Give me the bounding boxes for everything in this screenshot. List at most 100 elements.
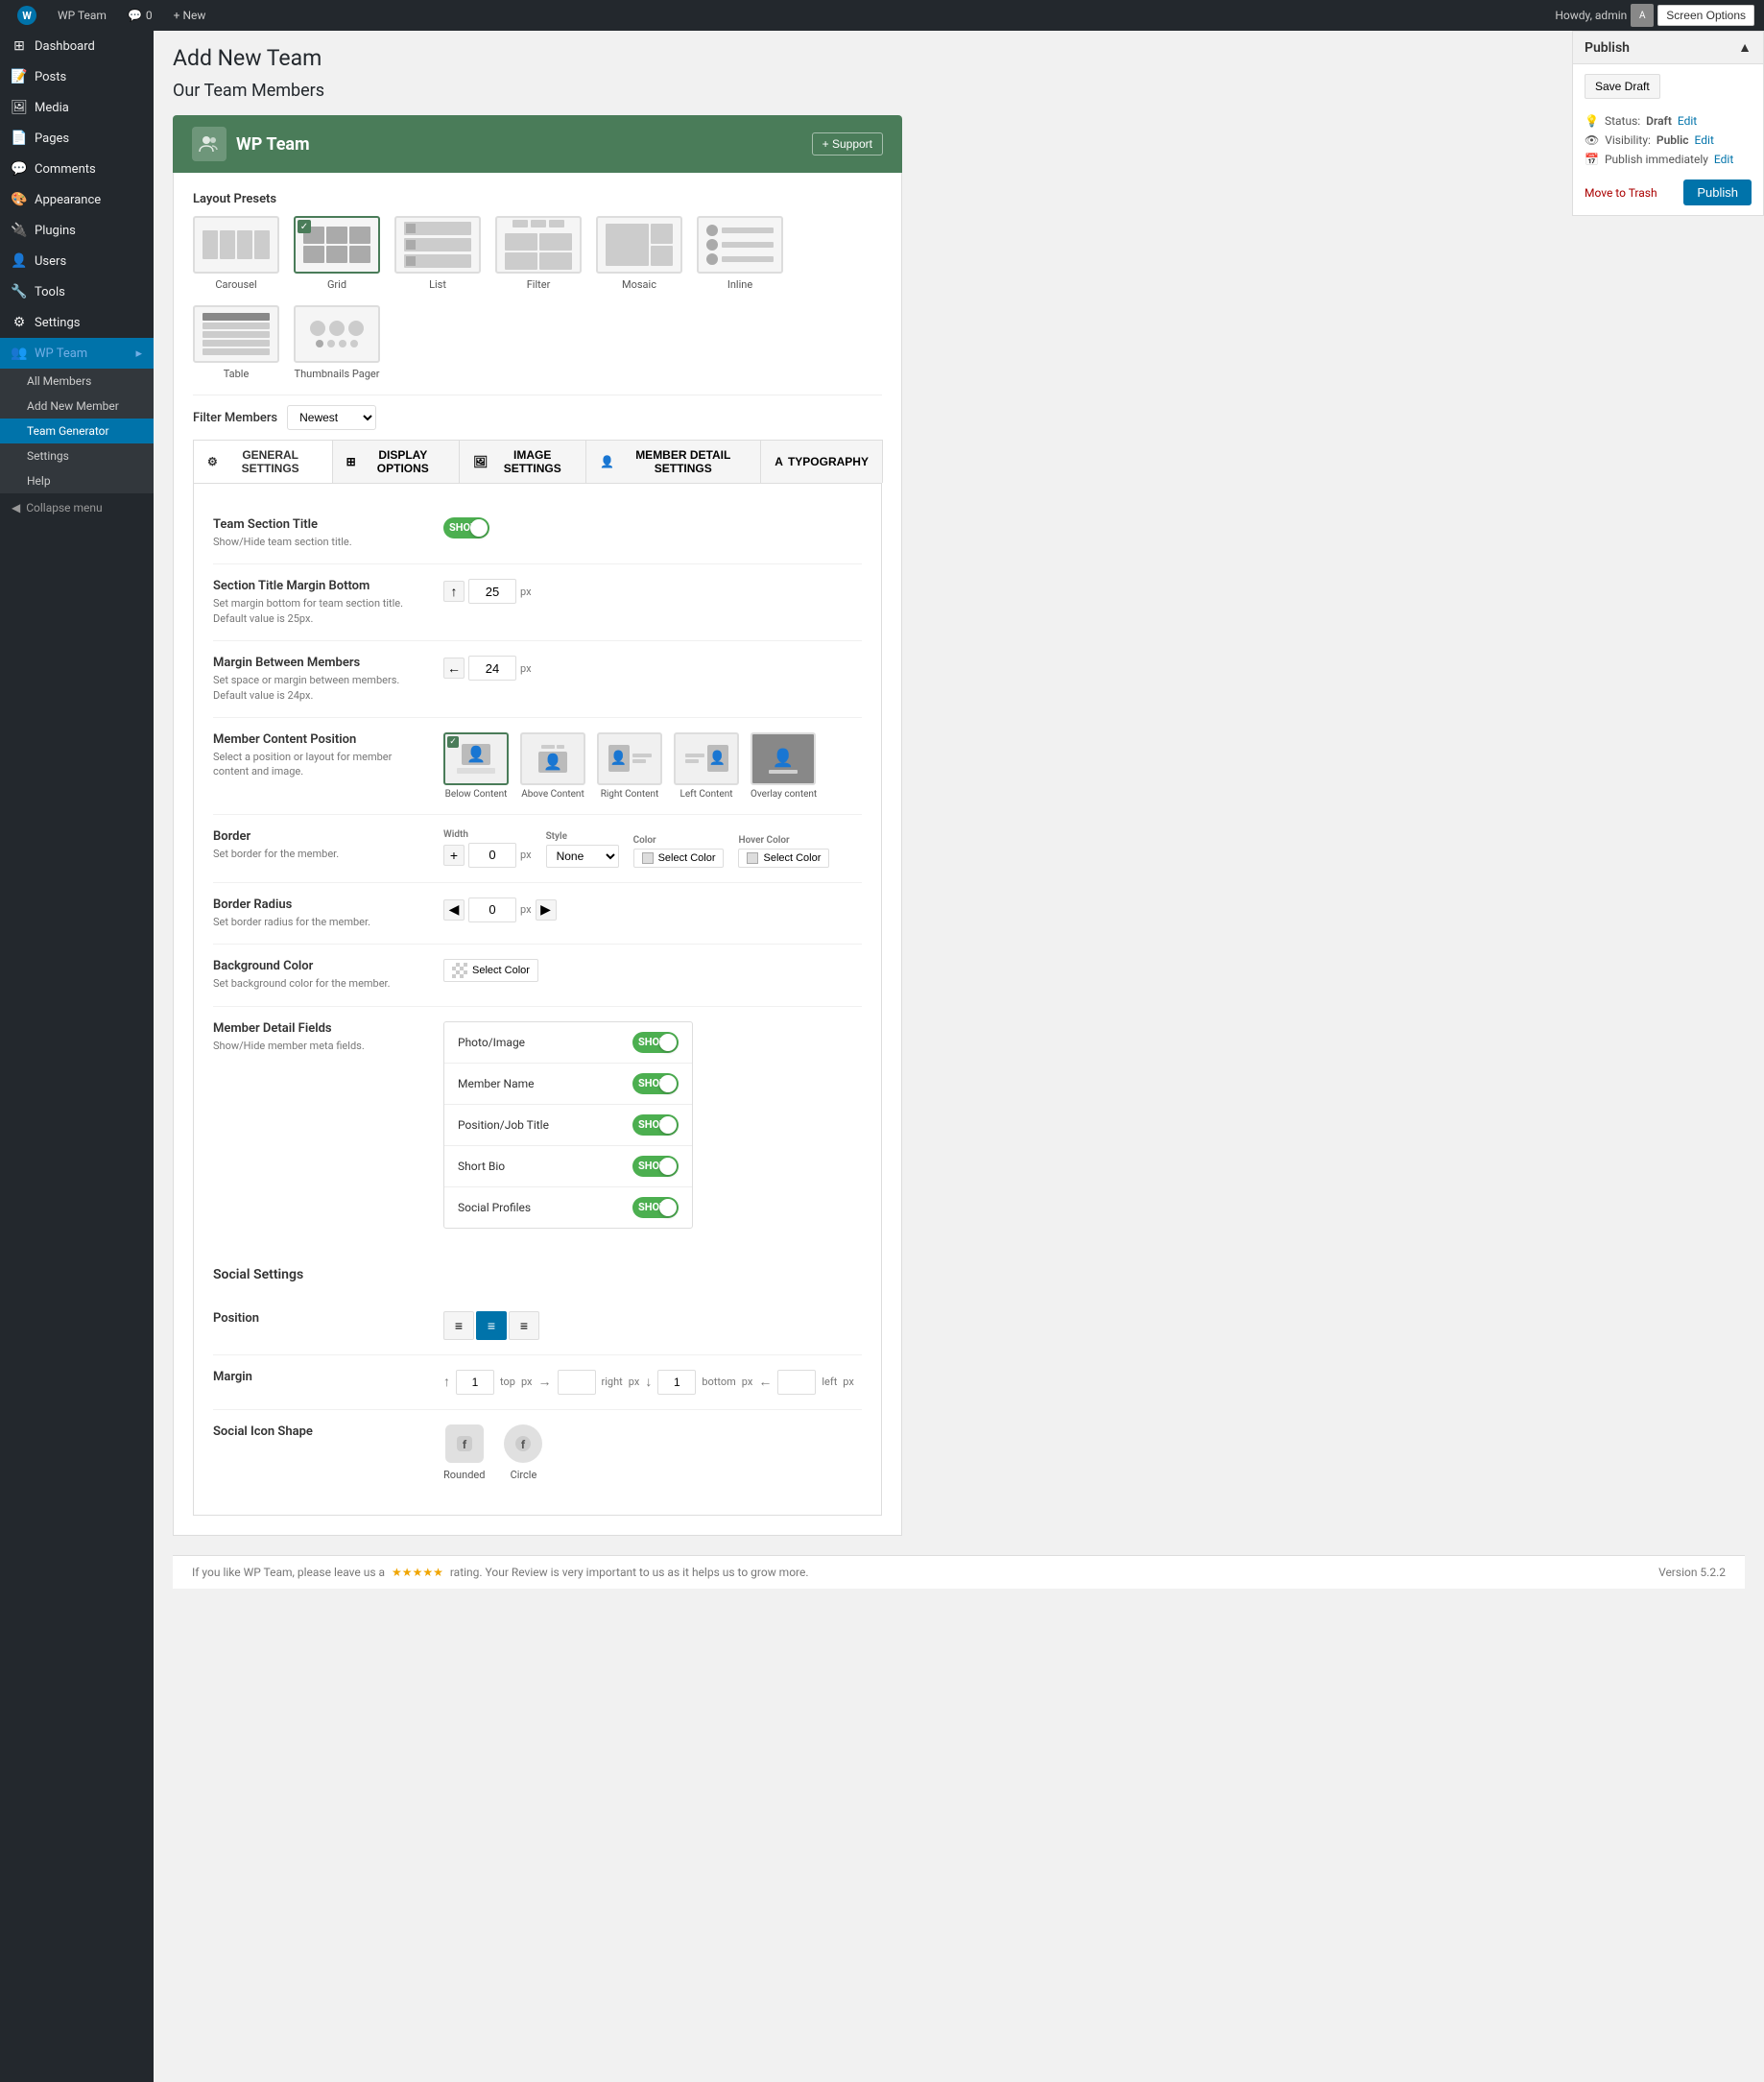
tab-typography[interactable]: A TYPOGRAPHY	[760, 440, 883, 483]
margin-between-decrement[interactable]: ←	[443, 658, 465, 679]
social-pos-center-btn[interactable]: ≡	[476, 1311, 507, 1340]
margin-left-input[interactable]	[777, 1370, 816, 1395]
border-radius-increment[interactable]: ▶	[536, 899, 557, 921]
preset-filter[interactable]: Filter	[495, 216, 582, 291]
photo-toggle-track[interactable]: SHOW	[632, 1032, 679, 1053]
member-name-toggle[interactable]: SHOW	[632, 1073, 679, 1094]
preset-table[interactable]: Table	[193, 305, 279, 380]
pos-overlay-content[interactable]: 👤 Overlay content	[751, 732, 817, 800]
wp-logo-item[interactable]: W	[10, 6, 44, 25]
star-rating[interactable]: ★★★★★	[392, 1566, 443, 1579]
submenu-settings[interactable]: Settings	[0, 443, 154, 468]
sidebar-item-comments[interactable]: 💬 Comments	[0, 154, 154, 184]
short-bio-toggle-track[interactable]: SHOW	[632, 1156, 679, 1177]
margin-top-input[interactable]	[456, 1370, 494, 1395]
margin-right-input[interactable]	[558, 1370, 596, 1395]
notifications-item[interactable]: 💬 0	[120, 9, 160, 22]
preset-grid[interactable]: ✓ Grid	[294, 216, 380, 291]
tab-member-detail[interactable]: 👤 MEMBER DETAIL SETTINGS	[585, 440, 761, 483]
pos-left-content[interactable]: 👤 Left Content	[674, 732, 739, 800]
sidebar-item-plugins[interactable]: 🔌 Plugins	[0, 215, 154, 246]
support-button[interactable]: + Support	[812, 132, 883, 156]
border-hover-color-picker[interactable]: Select Color	[738, 849, 829, 868]
pos-right-content[interactable]: 👤 Right Content	[597, 732, 662, 800]
border-radius-decrement[interactable]: ◀	[443, 899, 465, 921]
sidebar-item-dashboard[interactable]: ⊞ Dashboard	[0, 31, 154, 61]
site-name-item[interactable]: WP Team	[50, 9, 114, 22]
publish-button[interactable]: Publish	[1683, 179, 1752, 205]
sidebar-item-users[interactable]: 👤 Users	[0, 246, 154, 276]
social-toggle-track[interactable]: SHOW	[632, 1197, 679, 1218]
preset-inline-label: Inline	[697, 278, 783, 291]
tab-member-label: MEMBER DETAIL SETTINGS	[619, 448, 747, 475]
screen-options-button[interactable]: Screen Options	[1657, 5, 1754, 26]
preset-carousel[interactable]: Carousel	[193, 216, 279, 291]
person-left-icon: 👤	[707, 745, 728, 772]
social-pos-left-btn[interactable]: ≡	[443, 1311, 474, 1340]
pos-right-inner: 👤	[608, 745, 652, 772]
social-pos-right-btn[interactable]: ≡	[509, 1311, 539, 1340]
preset-thumbnails[interactable]: Thumbnails Pager	[294, 305, 380, 380]
pos-left-text	[685, 754, 704, 763]
new-item[interactable]: + New	[166, 9, 214, 22]
publish-immediately-edit-link[interactable]: Edit	[1714, 153, 1733, 166]
member-name-toggle-track[interactable]: SHOW	[632, 1073, 679, 1094]
team-section-title-label-col: Team Section Title Show/Hide team sectio…	[213, 517, 424, 549]
pos-below-content[interactable]: ✓ 👤 Below Content	[443, 732, 509, 800]
section-title-margin-desc: Set margin bottom for team section title…	[213, 596, 424, 626]
submenu-help[interactable]: Help	[0, 468, 154, 493]
appearance-icon: 🎨	[12, 192, 27, 207]
social-icon-shape-control: f Rounded	[443, 1424, 862, 1481]
sidebar-item-media[interactable]: 🖼 Media	[0, 92, 154, 123]
submenu-all-members[interactable]: All Members	[0, 369, 154, 394]
section-title-margin-input[interactable]	[468, 579, 516, 604]
submenu-team-generator-label: Team Generator	[27, 424, 109, 438]
pages-icon: 📄	[12, 131, 27, 146]
short-bio-toggle[interactable]: SHOW	[632, 1156, 679, 1177]
team-section-title-toggle[interactable]: SHOW	[443, 517, 489, 538]
preset-inline[interactable]: Inline	[697, 216, 783, 291]
border-color-picker[interactable]: Select Color	[633, 849, 725, 868]
tab-image-settings[interactable]: 🖼 IMAGE SETTINGS	[459, 440, 586, 483]
collapse-menu[interactable]: ◀ Collapse menu	[0, 493, 154, 522]
save-draft-button[interactable]: Save Draft	[1585, 74, 1660, 99]
section-title-margin-decrement[interactable]: ↑	[443, 581, 465, 602]
sidebar-item-posts[interactable]: 📝 Posts	[0, 61, 154, 92]
border-radius-input[interactable]	[468, 897, 516, 922]
border-width-input[interactable]	[468, 843, 516, 868]
tab-display-options[interactable]: ⊞ DISPLAY OPTIONS	[332, 440, 460, 483]
preset-mosaic[interactable]: Mosaic	[596, 216, 682, 291]
sidebar-item-posts-label: Posts	[35, 70, 66, 84]
status-edit-link[interactable]: Edit	[1678, 114, 1697, 128]
pos-above-content[interactable]: 👤 Above Content	[520, 732, 585, 800]
social-toggle[interactable]: SHOW	[632, 1197, 679, 1218]
border-width-add[interactable]: +	[443, 845, 465, 866]
toggle-track-show[interactable]: SHOW	[443, 517, 489, 538]
margin-between-input[interactable]	[468, 656, 516, 681]
sidebar-item-appearance[interactable]: 🎨 Appearance	[0, 184, 154, 215]
filter-select[interactable]: Newest Oldest Name A-Z Name Z-A	[287, 405, 376, 430]
submenu-add-new-member[interactable]: Add New Member	[0, 394, 154, 419]
detail-field-photo-label: Photo/Image	[458, 1036, 525, 1049]
move-to-trash-link[interactable]: Move to Trash	[1585, 186, 1657, 200]
margin-bottom-input[interactable]	[657, 1370, 696, 1395]
submenu-team-generator[interactable]: Team Generator	[0, 419, 154, 443]
sidebar-item-pages[interactable]: 📄 Pages	[0, 123, 154, 154]
visibility-edit-link[interactable]: Edit	[1695, 133, 1714, 147]
border-width-unit: px	[520, 849, 532, 861]
sidebar-item-dashboard-label: Dashboard	[35, 39, 95, 54]
border-style-select[interactable]: None Solid Dashed	[546, 845, 619, 868]
position-toggle-track[interactable]: SHOW	[632, 1114, 679, 1136]
member-name-toggle-thumb	[659, 1075, 677, 1092]
pos-overlay-inner: 👤	[759, 739, 807, 778]
preset-list[interactable]: List	[394, 216, 481, 291]
sidebar-item-settings[interactable]: ⚙ Settings	[0, 307, 154, 338]
tab-general-settings[interactable]: ⚙ GENERAL SETTINGS	[193, 440, 333, 483]
bg-color-picker[interactable]: Select Color	[443, 959, 538, 982]
photo-toggle[interactable]: SHOW	[632, 1032, 679, 1053]
shape-circle-option[interactable]: f Circle	[504, 1424, 542, 1481]
position-toggle[interactable]: SHOW	[632, 1114, 679, 1136]
sidebar-item-wpteam[interactable]: 👥 WP Team ▸	[0, 338, 154, 369]
shape-rounded-option[interactable]: f Rounded	[443, 1424, 485, 1481]
sidebar-item-tools[interactable]: 🔧 Tools	[0, 276, 154, 307]
